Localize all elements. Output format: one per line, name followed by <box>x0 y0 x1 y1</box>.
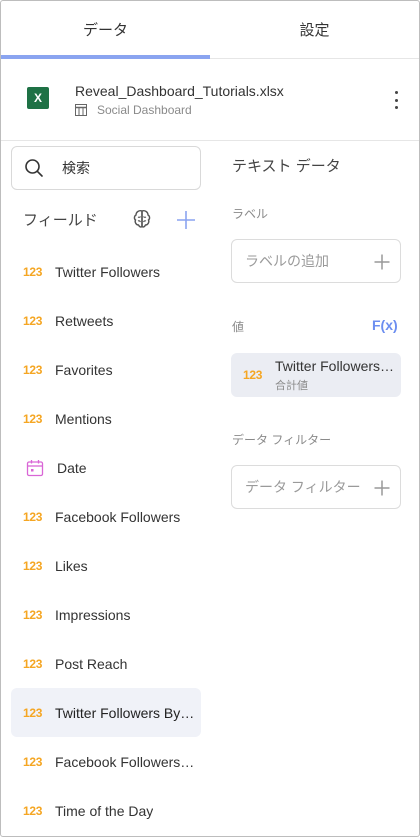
tab-data[interactable]: データ <box>1 1 210 59</box>
plus-icon <box>374 254 390 270</box>
number-type-icon: 123 <box>23 411 43 426</box>
field-label: Facebook Followers <box>55 508 181 525</box>
sheet-name-row: Social Dashboard <box>75 103 192 117</box>
field-label: Twitter Followers By Day <box>55 704 195 721</box>
field-search-input[interactable]: 検索 <box>11 146 201 190</box>
value-field-chip[interactable]: 123 Twitter Followers By Day 合計値 <box>231 353 401 397</box>
field-label: Date <box>57 459 87 476</box>
field-label: Favorites <box>55 361 113 378</box>
field-item[interactable]: 123 Retweets <box>11 296 201 345</box>
number-type-icon: 123 <box>23 607 43 622</box>
fields-heading: フィールド <box>23 212 98 229</box>
field-label: Retweets <box>55 312 114 329</box>
data-editor-panel: データ 設定 X Reveal_Dashboard_Tutorials.xlsx… <box>0 0 420 837</box>
excel-file-icon: X <box>27 87 53 109</box>
number-type-icon: 123 <box>23 558 43 573</box>
number-type-icon: 123 <box>23 656 43 671</box>
filter-section-heading: データ フィルター <box>232 433 332 447</box>
field-label: Mentions <box>55 410 112 427</box>
table-icon <box>75 104 87 116</box>
add-filter-dropzone[interactable]: データ フィルター <box>231 465 401 509</box>
field-label: Impressions <box>55 606 131 623</box>
field-item[interactable]: 123 Time of the Day <box>11 786 201 835</box>
brain-icon[interactable] <box>131 208 153 230</box>
value-section-heading: 値 <box>232 320 245 334</box>
add-label-dropzone[interactable]: ラベルの追加 <box>231 239 401 283</box>
field-list: 123 Twitter Followers 123 Retweets 123 F… <box>11 247 201 835</box>
field-label: Facebook Followers By Day <box>55 753 195 770</box>
search-placeholder: 検索 <box>62 160 90 176</box>
field-label: Twitter Followers <box>55 263 161 280</box>
field-item[interactable]: 123 Facebook Followers <box>11 492 201 541</box>
field-item[interactable]: 123 Facebook Followers By Day <box>11 737 201 786</box>
data-source-header: X Reveal_Dashboard_Tutorials.xlsx Social… <box>1 59 419 141</box>
formula-button[interactable]: F(x) <box>372 317 398 333</box>
sheet-name: Social Dashboard <box>97 103 192 117</box>
tab-settings[interactable]: 設定 <box>210 1 419 58</box>
field-label: Post Reach <box>55 655 128 672</box>
field-item[interactable]: Date <box>11 443 201 492</box>
number-type-icon: 123 <box>23 313 43 328</box>
aggregation-label: 合計値 <box>275 380 308 392</box>
field-item[interactable]: 123 Likes <box>11 541 201 590</box>
field-item[interactable]: 123 Mentions <box>11 394 201 443</box>
number-type-icon: 123 <box>243 368 263 382</box>
number-type-icon: 123 <box>23 754 43 769</box>
number-type-icon: 123 <box>23 264 43 279</box>
number-type-icon: 123 <box>23 803 43 818</box>
file-name: Reveal_Dashboard_Tutorials.xlsx <box>75 83 284 99</box>
field-label: Likes <box>55 557 88 574</box>
field-item[interactable]: 123 Impressions <box>11 590 201 639</box>
visualization-type-title: テキスト データ <box>232 158 341 175</box>
field-label: Time of the Day <box>55 802 154 819</box>
search-icon <box>25 159 43 177</box>
number-type-icon: 123 <box>23 705 43 720</box>
field-item-selected[interactable]: 123 Twitter Followers By Day <box>11 688 201 737</box>
add-label-placeholder: ラベルの追加 <box>245 253 329 269</box>
add-filter-placeholder: データ フィルター <box>245 479 361 495</box>
number-type-icon: 123 <box>23 362 43 377</box>
add-field-icon[interactable] <box>176 210 196 230</box>
number-type-icon: 123 <box>23 509 43 524</box>
field-item[interactable]: 123 Twitter Followers <box>11 247 201 296</box>
calendar-icon <box>26 459 44 476</box>
value-field-name: Twitter Followers By Day <box>275 358 395 374</box>
label-section-heading: ラベル <box>232 207 269 221</box>
field-item[interactable]: 123 Post Reach <box>11 639 201 688</box>
more-options-icon[interactable] <box>389 89 403 111</box>
field-item[interactable]: 123 Favorites <box>11 345 201 394</box>
tab-bar: データ 設定 <box>1 1 419 59</box>
plus-icon <box>374 480 390 496</box>
